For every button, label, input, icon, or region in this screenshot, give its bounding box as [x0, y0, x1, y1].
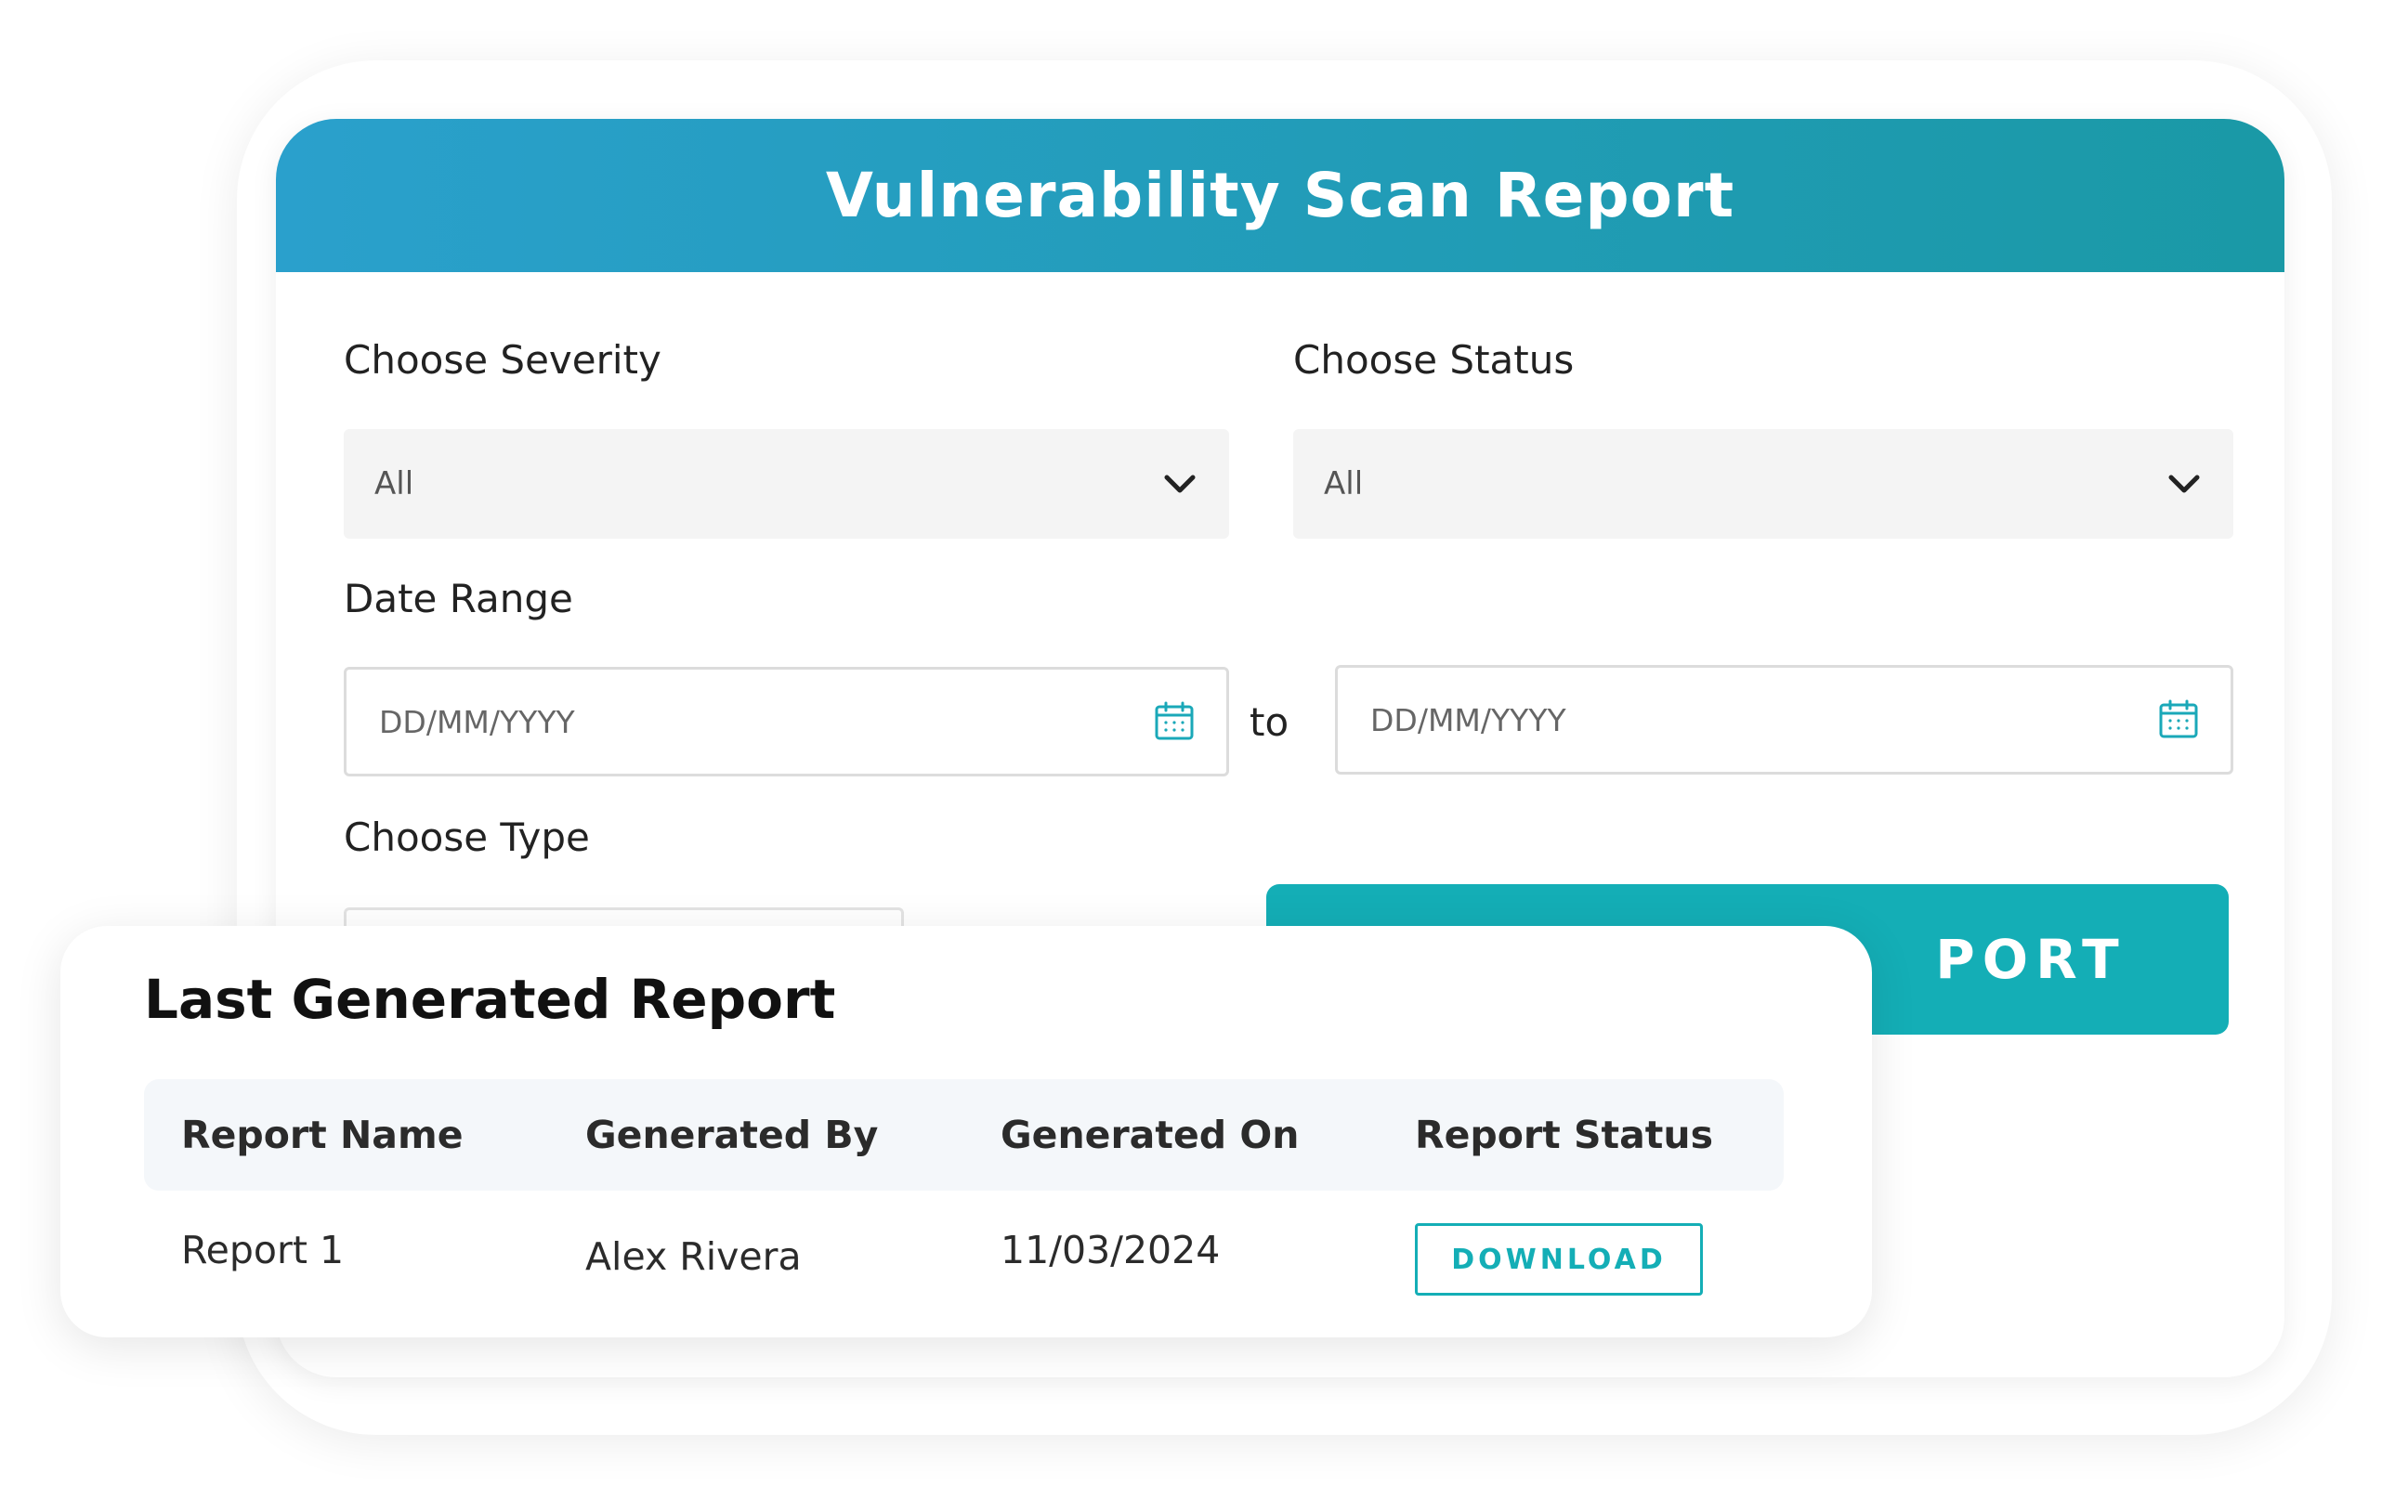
generated-on-cell: 11/03/2024	[1001, 1228, 1221, 1272]
chevron-down-icon	[1161, 465, 1198, 502]
date-to-field[interactable]	[1335, 665, 2233, 775]
status-label: Choose Status	[1293, 337, 1575, 383]
last-report-title: Last Generated Report	[144, 968, 836, 1031]
column-header-generated-on: Generated On	[1001, 1113, 1300, 1157]
date-range-label: Date Range	[344, 576, 573, 621]
severity-label: Choose Severity	[344, 337, 661, 383]
table-header: Report Name Generated By Generated On Re…	[144, 1079, 1784, 1191]
download-button[interactable]: DOWNLOAD	[1415, 1223, 1703, 1296]
status-select-value: All	[1324, 465, 1364, 502]
date-range-separator: to	[1250, 699, 1289, 745]
severity-select[interactable]: All	[344, 429, 1229, 539]
page-title: Vulnerability Scan Report	[825, 160, 1735, 231]
date-to-input[interactable]	[1368, 700, 2157, 739]
date-from-field[interactable]	[344, 667, 1229, 776]
chevron-down-icon	[2166, 465, 2203, 502]
calendar-icon[interactable]	[1153, 700, 1196, 743]
column-header-report-name: Report Name	[181, 1113, 464, 1157]
severity-select-value: All	[374, 465, 414, 502]
report-name-cell: Report 1	[181, 1228, 345, 1272]
column-header-generated-by: Generated By	[585, 1113, 879, 1157]
calendar-icon[interactable]	[2157, 698, 2200, 741]
generated-by-cell: Alex Rivera	[585, 1234, 802, 1279]
generate-report-button-label: PORT	[1935, 928, 2127, 991]
card-header: Vulnerability Scan Report	[276, 119, 2284, 272]
type-label: Choose Type	[344, 815, 590, 860]
column-header-report-status: Report Status	[1415, 1113, 1713, 1157]
date-from-input[interactable]	[377, 702, 1153, 741]
last-generated-report-card: Last Generated Report Report Name Genera…	[60, 926, 1872, 1337]
status-select[interactable]: All	[1293, 429, 2233, 539]
